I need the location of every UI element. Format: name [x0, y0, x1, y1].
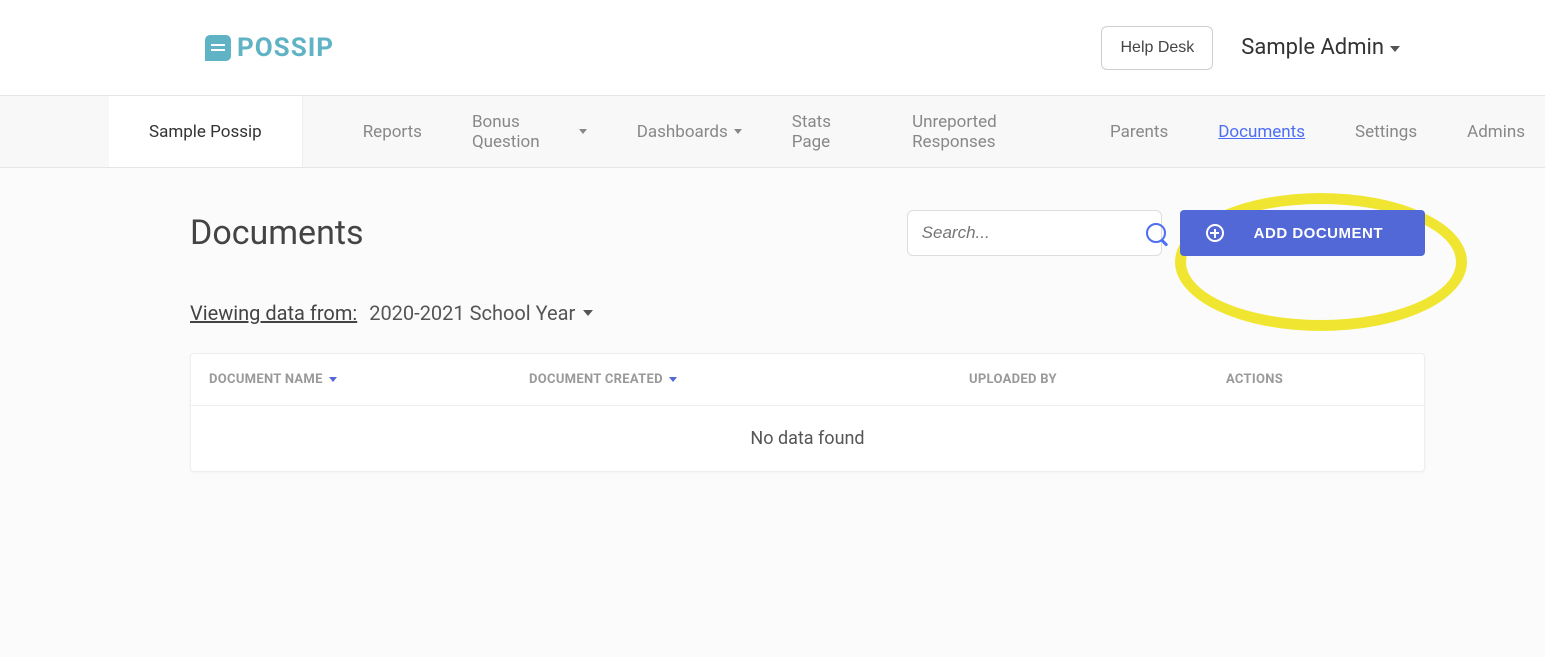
nav-label: Settings	[1355, 122, 1417, 142]
nav-item-settings[interactable]: Settings	[1355, 122, 1417, 142]
column-uploaded-by[interactable]: UPLOADED BY	[949, 372, 1226, 387]
nav-item-dashboards[interactable]: Dashboards	[637, 122, 742, 142]
column-label: DOCUMENT CREATED	[529, 372, 663, 387]
logo-text: POSSIP	[237, 33, 334, 63]
help-desk-button[interactable]: Help Desk	[1101, 26, 1213, 70]
sort-caret-icon	[669, 377, 677, 382]
page-title: Documents	[190, 213, 364, 253]
page-header-row: Documents ADD DOCUMENT	[190, 210, 1425, 256]
caret-down-icon	[579, 129, 587, 134]
nav-item-unreported-responses[interactable]: Unreported Responses	[912, 112, 1060, 152]
plus-circle-icon	[1206, 224, 1224, 242]
nav-item-parents[interactable]: Parents	[1110, 122, 1168, 142]
caret-down-icon	[734, 129, 742, 134]
header-right: Help Desk Sample Admin	[1101, 26, 1400, 70]
nav-label: Bonus Question	[472, 112, 573, 152]
column-label: ACTIONS	[1226, 372, 1283, 387]
add-document-button[interactable]: ADD DOCUMENT	[1180, 210, 1425, 256]
filter-row: Viewing data from: 2020-2021 School Year	[190, 301, 1425, 325]
caret-down-icon	[583, 310, 593, 316]
user-menu[interactable]: Sample Admin	[1241, 35, 1400, 60]
search-input[interactable]	[922, 223, 1146, 243]
filter-value: 2020-2021 School Year	[369, 301, 575, 325]
nav-item-admins[interactable]: Admins	[1467, 122, 1525, 142]
nav-brand[interactable]: Sample Possip	[109, 96, 303, 167]
nav-bar: Sample Possip Reports Bonus Question Das…	[0, 96, 1545, 168]
search-icon[interactable]	[1146, 223, 1166, 243]
table-header: DOCUMENT NAME DOCUMENT CREATED UPLOADED …	[191, 354, 1424, 406]
nav-label: Documents	[1218, 122, 1305, 142]
nav-item-stats-page[interactable]: Stats Page	[792, 112, 862, 152]
nav-label: Stats Page	[792, 112, 862, 152]
column-actions: ACTIONS	[1226, 372, 1406, 387]
nav-item-documents[interactable]: Documents	[1218, 122, 1305, 142]
nav-label: Unreported Responses	[912, 112, 1060, 152]
search-box[interactable]	[907, 210, 1162, 256]
column-document-name[interactable]: DOCUMENT NAME	[209, 372, 529, 387]
nav-label: Parents	[1110, 122, 1168, 142]
nav-label: Reports	[363, 122, 422, 142]
add-document-label: ADD DOCUMENT	[1254, 225, 1383, 242]
main-content: Documents ADD DOCUMENT Viewing data from…	[0, 168, 1545, 657]
nav-label: Dashboards	[637, 122, 728, 142]
user-name: Sample Admin	[1241, 35, 1384, 60]
filter-label: Viewing data from:	[190, 301, 357, 325]
nav-label: Admins	[1467, 122, 1525, 142]
filter-dropdown[interactable]: 2020-2021 School Year	[369, 301, 593, 325]
nav-item-reports[interactable]: Reports	[363, 122, 422, 142]
sort-caret-icon	[329, 377, 337, 382]
logo[interactable]: POSSIP	[205, 33, 334, 63]
documents-table: DOCUMENT NAME DOCUMENT CREATED UPLOADED …	[190, 353, 1425, 472]
caret-down-icon	[1390, 46, 1400, 52]
nav-item-bonus-question[interactable]: Bonus Question	[472, 112, 587, 152]
page-actions: ADD DOCUMENT	[907, 210, 1425, 256]
table-empty-state: No data found	[191, 406, 1424, 471]
column-label: DOCUMENT NAME	[209, 372, 323, 387]
top-header: POSSIP Help Desk Sample Admin	[0, 0, 1545, 96]
nav-items: Reports Bonus Question Dashboards Stats …	[303, 96, 1525, 167]
column-label: UPLOADED BY	[969, 372, 1057, 387]
column-document-created[interactable]: DOCUMENT CREATED	[529, 372, 949, 387]
logo-icon	[205, 35, 231, 61]
